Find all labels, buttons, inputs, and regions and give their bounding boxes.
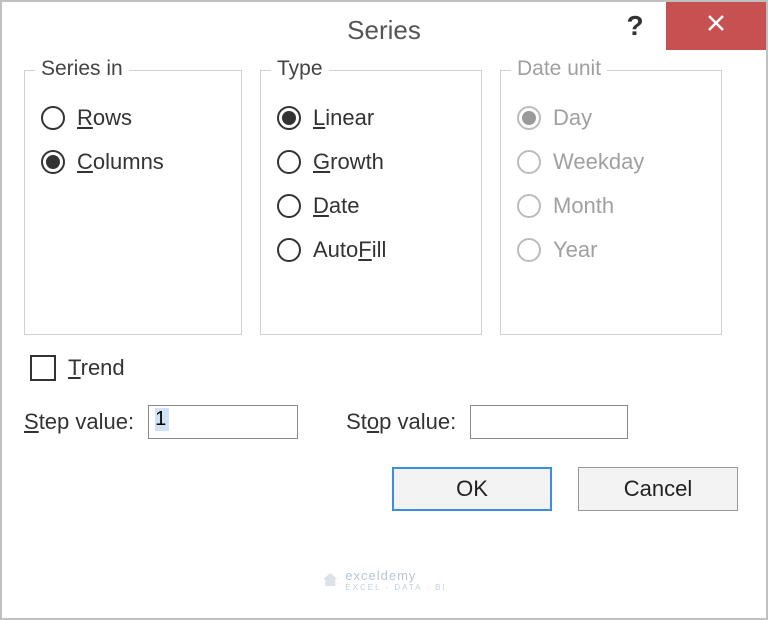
group-title-date-unit: Date unit — [511, 57, 607, 81]
step-value-input[interactable]: 1 — [148, 405, 298, 439]
series-dialog: Series ? Series in Rows Colu — [0, 0, 768, 620]
radio-rows[interactable]: Rows — [41, 105, 225, 131]
watermark-subtext: EXCEL · DATA · BI — [345, 583, 446, 592]
trend-checkbox[interactable]: Trend — [30, 355, 744, 381]
dialog-title: Series — [347, 15, 421, 46]
cancel-button-label: Cancel — [624, 476, 692, 502]
close-button[interactable] — [666, 2, 766, 50]
stop-value-input[interactable] — [470, 405, 628, 439]
help-button[interactable]: ? — [604, 2, 666, 50]
ok-button-label: OK — [456, 476, 488, 502]
radio-linear[interactable]: Linear — [277, 105, 465, 131]
checkbox-icon — [30, 355, 56, 381]
stop-value-label: Stop value: — [346, 409, 456, 435]
watermark-icon — [321, 571, 339, 589]
radio-label: Weekday — [553, 149, 644, 175]
titlebar-controls: ? — [604, 2, 766, 50]
watermark: exceldemy EXCEL · DATA · BI — [321, 568, 446, 592]
radio-weekday: Weekday — [517, 149, 705, 175]
radio-icon — [517, 106, 541, 130]
group-title-series-in: Series in — [35, 57, 129, 81]
radio-label: Year — [553, 237, 597, 263]
titlebar: Series ? — [2, 2, 766, 58]
radio-year: Year — [517, 237, 705, 263]
close-icon — [706, 13, 726, 39]
radio-columns[interactable]: Columns — [41, 149, 225, 175]
radio-date[interactable]: Date — [277, 193, 465, 219]
radio-day: Day — [517, 105, 705, 131]
radio-label: AutoFill — [313, 237, 386, 263]
radio-icon — [277, 150, 301, 174]
radio-label: Columns — [77, 149, 164, 175]
radio-label: Day — [553, 105, 592, 131]
groups-row: Series in Rows Columns Type Linear — [24, 70, 744, 335]
radio-icon — [277, 194, 301, 218]
radio-label: Growth — [313, 149, 384, 175]
help-icon: ? — [626, 10, 643, 42]
radio-autofill[interactable]: AutoFill — [277, 237, 465, 263]
dialog-buttons: OK Cancel — [24, 467, 744, 511]
ok-button[interactable]: OK — [392, 467, 552, 511]
radio-label: Linear — [313, 105, 374, 131]
step-value-label: Step value: — [24, 409, 134, 435]
radio-icon — [41, 106, 65, 130]
radio-icon — [517, 150, 541, 174]
group-date-unit: Date unit Day Weekday Month Year — [500, 70, 722, 335]
radio-icon — [277, 238, 301, 262]
checkbox-label: Trend — [68, 355, 125, 381]
radio-icon — [277, 106, 301, 130]
group-type: Type Linear Growth Date AutoFill — [260, 70, 482, 335]
group-title-type: Type — [271, 57, 329, 81]
dialog-content: Series in Rows Columns Type Linear — [2, 58, 766, 531]
radio-growth[interactable]: Growth — [277, 149, 465, 175]
radio-label: Month — [553, 193, 614, 219]
values-row: Step value: 1 Stop value: — [24, 405, 744, 439]
radio-icon — [41, 150, 65, 174]
cancel-button[interactable]: Cancel — [578, 467, 738, 511]
radio-icon — [517, 194, 541, 218]
watermark-text: exceldemy — [345, 568, 416, 583]
radio-icon — [517, 238, 541, 262]
radio-label: Rows — [77, 105, 132, 131]
group-series-in: Series in Rows Columns — [24, 70, 242, 335]
radio-label: Date — [313, 193, 359, 219]
radio-month: Month — [517, 193, 705, 219]
